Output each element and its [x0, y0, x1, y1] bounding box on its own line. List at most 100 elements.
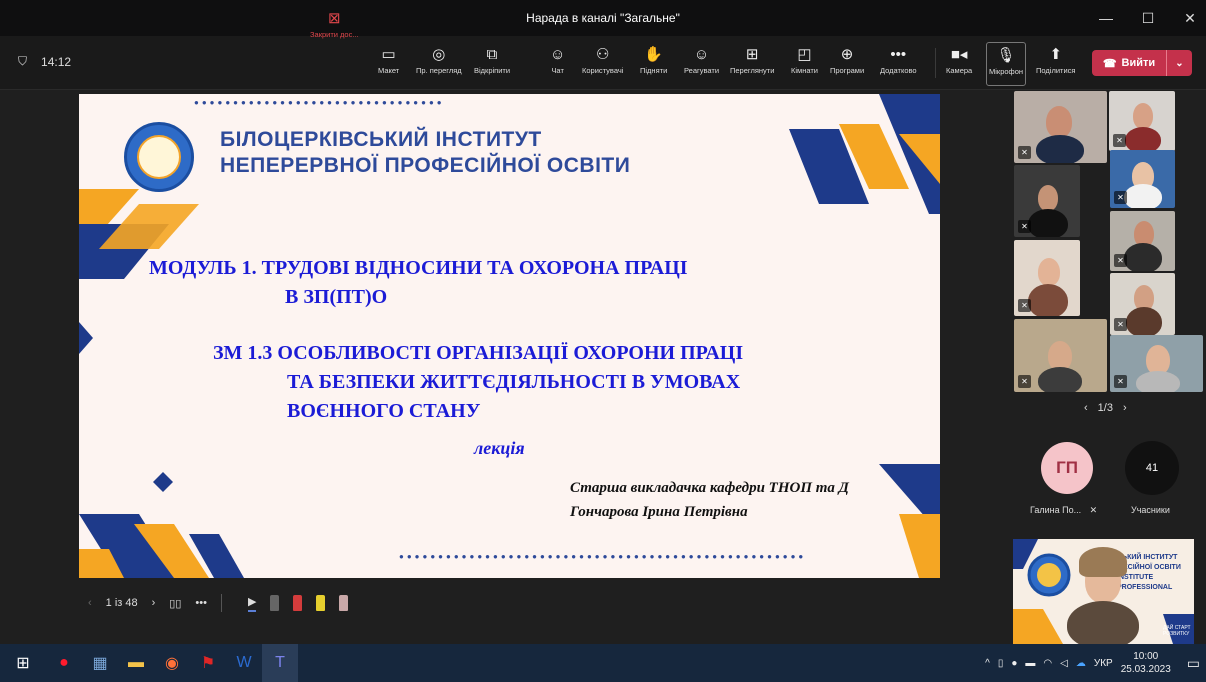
firefox-icon[interactable]: ◉ [154, 644, 190, 682]
language-indicator[interactable]: УКР [1094, 658, 1113, 669]
battery-icon[interactable]: ▬ [1025, 658, 1035, 669]
layout-icon: ▭ [381, 46, 396, 63]
react-button[interactable]: ☺ Реагувати [684, 44, 719, 84]
participant-body [1125, 127, 1161, 151]
pen-red-icon[interactable] [293, 595, 303, 611]
chat-button[interactable]: ☺ Чат [550, 44, 565, 84]
slide-author: Старша викладачка кафедри ТНОП та Д Гонч… [570, 480, 849, 520]
presenter-video[interactable]: СЬКИЙ ІНСТИТУТ ФЕСІЙНОЇ ОСВІТИ INSTITUTE… [1013, 539, 1194, 644]
apps-button[interactable]: ⊕ Програми [830, 44, 864, 84]
chat-icon: ☺ [550, 46, 566, 63]
prev-slide-icon[interactable]: ‹ [88, 597, 92, 609]
participant-tile[interactable]: ✕ [1110, 150, 1175, 208]
stop-sharing-button[interactable]: ⊠ Закрити дос... [310, 8, 359, 48]
mic-off-icon: ✕ [1018, 220, 1031, 233]
participant-face [1038, 185, 1058, 211]
plus-icon: ⊕ [840, 46, 854, 63]
pointer-icon[interactable]: ▶ [247, 595, 257, 612]
timer-label: 14:12 [41, 54, 72, 69]
presenter-hair [1079, 547, 1127, 577]
participant-body [1124, 184, 1162, 208]
participant-tile[interactable]: ✕ [1014, 240, 1080, 316]
calculator-icon[interactable]: ▦ [82, 644, 118, 682]
windows-start-icon[interactable]: ⊞ [0, 644, 46, 682]
camera-button[interactable]: ■◂ Камера [946, 44, 972, 84]
participant-tile[interactable]: ✕ [1110, 211, 1175, 271]
presenter-slide-banner: ДАЙ СТАРТ РОЗВИТКУ [1163, 625, 1191, 637]
eraser-icon[interactable] [339, 595, 349, 611]
preview-button[interactable]: ◎ Пр. перегляд [416, 44, 462, 84]
mic-off-icon: ✕ [1018, 375, 1031, 388]
dots-decoration-bottom: ●●●●●●●●●●●●●●●●●●●●●●●●●●●●●●●●●●●●●●●●… [399, 552, 807, 561]
file-explorer-icon[interactable]: ▬ [118, 644, 154, 682]
rooms-button[interactable]: ◰ Кімнати [791, 44, 818, 84]
chevron-down-icon[interactable]: ⌄ [1166, 50, 1192, 76]
mic-off-icon: ✕ [1018, 146, 1031, 159]
participant-body [1028, 209, 1068, 237]
wifi-icon[interactable]: ◠ [1043, 658, 1052, 669]
view-button[interactable]: ⊞ Переглянути [730, 44, 774, 84]
annotation-tools: ▶ [247, 595, 349, 612]
participant-tile[interactable]: ✕ [1014, 165, 1080, 237]
windows-taskbar: ⊞ ● ▦ ▬ ◉ ⚑ W T ^ ▯ ● ▬ ◠ ◁ ☁ УКР 10:00 … [0, 644, 1206, 682]
slide-navigation: ‹ 1 із 48 › ▯▯ ••• ▶ [88, 594, 349, 612]
volume-icon[interactable]: ◁ [1060, 658, 1068, 669]
institute-logo [124, 122, 194, 192]
shield-icon: ⛉ [18, 54, 28, 68]
mic-off-icon: ✕ [1114, 254, 1127, 267]
prev-page-icon[interactable]: ‹ [1084, 402, 1088, 414]
shared-slide: ●●●●●●●●●●●●●●●●●●●●●●●●●●●●●●●● ●●●●●●●… [79, 94, 940, 578]
next-page-icon[interactable]: › [1123, 402, 1127, 414]
participant-body [1124, 243, 1162, 271]
participant-face [1046, 106, 1072, 138]
dots-decoration-top: ●●●●●●●●●●●●●●●●●●●●●●●●●●●●●●●● [194, 98, 445, 107]
chevron-up-icon[interactable]: ^ [985, 658, 990, 669]
participant-avatar[interactable]: ГП [1041, 442, 1093, 494]
participant-body [1126, 307, 1162, 335]
share-icon: ⬆ [1049, 46, 1063, 63]
pen-gray-icon[interactable] [270, 595, 280, 611]
notifications-icon[interactable]: ▭ [1187, 655, 1200, 672]
people-button[interactable]: ⚇ Користувачі [582, 44, 623, 84]
mic-off-icon: ✕ [1018, 299, 1031, 312]
system-clock[interactable]: 10:00 25.03.2023 [1121, 650, 1171, 676]
ellipsis-icon: ••• [890, 46, 907, 63]
acrobat-icon[interactable]: ⚑ [190, 644, 226, 682]
participant-tile[interactable]: ✕ [1110, 335, 1203, 392]
mic-off-icon: ✕ [1114, 318, 1127, 331]
more-button[interactable]: ••• Додатково [880, 44, 917, 84]
close-window-button[interactable]: ✕ [1180, 10, 1200, 27]
next-slide-icon[interactable]: › [152, 597, 156, 609]
microphone-tray-icon[interactable]: ● [1011, 658, 1017, 669]
share-button[interactable]: ⬆ Поділитися [1036, 44, 1075, 84]
participants-count-button[interactable]: 41 [1125, 441, 1179, 495]
ellipsis-icon[interactable]: ••• [195, 597, 207, 609]
participant-tile[interactable]: ✕ [1109, 91, 1175, 151]
window-titlebar: Нарада в каналі "Загальне" — ☐ ✕ [0, 0, 1206, 36]
participant-tile[interactable]: ✕ [1110, 273, 1175, 335]
slides-grid-icon[interactable]: ▯▯ [169, 597, 181, 610]
mic-off-icon: ✕ [1113, 134, 1126, 147]
opera-icon[interactable]: ● [46, 644, 82, 682]
raise-hand-button[interactable]: ✋ Підняти [640, 44, 667, 84]
slide-lecture-label: лекція [474, 438, 525, 458]
microphone-icon: 🎙︎ [996, 47, 1016, 64]
layout-button[interactable]: ▭ Макет [378, 44, 399, 84]
onedrive-icon[interactable]: ☁ [1076, 658, 1086, 669]
maximize-button[interactable]: ☐ [1138, 10, 1158, 27]
participant-body [1038, 367, 1082, 392]
tablet-icon[interactable]: ▯ [998, 658, 1004, 669]
teams-icon[interactable]: T [262, 644, 298, 682]
system-tray: ^ ▯ ● ▬ ◠ ◁ ☁ УКР 10:00 25.03.2023 ▭ [985, 644, 1200, 682]
highlighter-icon[interactable] [316, 595, 326, 611]
popout-button[interactable]: ⧉ Відкріпити [474, 44, 510, 84]
leave-button[interactable]: ☎ Вийти ⌄ [1092, 50, 1192, 76]
participant-tile[interactable]: ✕ [1014, 91, 1107, 163]
mic-button[interactable]: 🎙︎ Мікрофон [986, 42, 1027, 86]
window-controls: — ☐ ✕ [1096, 0, 1200, 36]
participant-face [1038, 258, 1060, 286]
word-icon[interactable]: W [226, 644, 262, 682]
smile-icon: ☺ [693, 46, 710, 63]
participant-tile[interactable]: ✕ [1014, 319, 1107, 392]
minimize-button[interactable]: — [1096, 10, 1116, 26]
